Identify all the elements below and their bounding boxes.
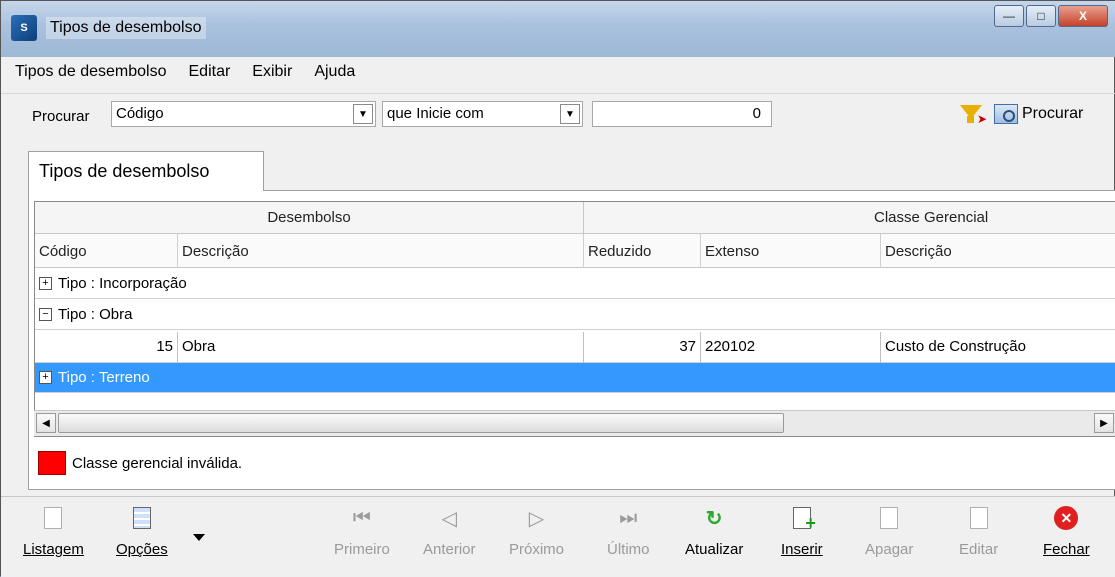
delete-document-icon — [880, 507, 899, 529]
column-header-codigo[interactable]: Código — [35, 234, 178, 268]
first-record-icon: ⏮ — [352, 506, 371, 529]
anterior-label: Anterior — [423, 541, 476, 558]
cell-codigo[interactable]: 15 — [65, 332, 178, 363]
scroll-thumb[interactable] — [58, 413, 784, 433]
apagar-button[interactable]: Apagar — [865, 505, 913, 558]
chevron-down-icon[interactable]: ▼ — [560, 104, 580, 124]
menu-editar[interactable]: Editar — [189, 63, 231, 81]
legend-text: Classe gerencial inválida. — [72, 454, 243, 472]
search-bar: Procurar Código ▼ que Inicie com ▼ 0 ➤ P… — [1, 93, 1115, 139]
opcoes-button[interactable]: Opções — [116, 505, 168, 558]
header-band-classe-gerencial: Classe Gerencial — [584, 202, 1115, 234]
minimize-button[interactable]: — — [994, 5, 1024, 27]
editar-label: Editar — [959, 541, 999, 558]
inserir-label: Inserir — [781, 541, 823, 558]
group-row[interactable]: − Tipo : Obra — [35, 300, 1115, 330]
horizontal-scrollbar[interactable]: ◀ ▶ — [34, 410, 1115, 436]
expand-icon[interactable]: + — [39, 277, 52, 290]
column-header-row: Código Descrição Reduzido Extenso Descri… — [35, 234, 1115, 268]
scroll-right-icon[interactable]: ▶ — [1094, 413, 1114, 433]
app-logo-icon[interactable]: S — [11, 15, 37, 41]
proximo-button[interactable]: ▷ Próximo — [509, 505, 565, 559]
window-title: Tipos de desembolso — [46, 17, 206, 39]
proximo-label: Próximo — [509, 541, 565, 558]
menu-exibir[interactable]: Exibir — [252, 63, 292, 81]
expand-icon[interactable]: + — [39, 371, 52, 384]
primeiro-label: Primeiro — [334, 541, 390, 558]
title-bar[interactable]: S Tipos de desembolso — □ X — [1, 1, 1115, 57]
add-document-icon — [792, 507, 816, 534]
scroll-left-icon[interactable]: ◀ — [36, 413, 56, 433]
listagem-label: Listagem — [23, 541, 84, 558]
main-window: S Tipos de desembolso — □ X Tipos de des… — [0, 0, 1115, 577]
fechar-label: Fechar — [1043, 541, 1090, 558]
search-label: Procurar — [32, 108, 90, 125]
filter-arrow-icon: ➤ — [977, 112, 988, 126]
filter-icon-stem — [967, 116, 974, 123]
table-row[interactable]: 15 Obra 37 220102 Custo de Construção — [35, 332, 1115, 363]
cell-descricao-classe[interactable]: Custo de Construção — [881, 332, 1115, 363]
atualizar-label: Atualizar — [685, 541, 744, 558]
search-button[interactable]: Procurar — [994, 104, 1083, 124]
menu-ajuda[interactable]: Ajuda — [314, 63, 355, 81]
search-operator-select[interactable]: que Inicie com ▼ — [382, 101, 583, 127]
close-icon: ✕ — [1054, 506, 1079, 530]
search-button-label: Procurar — [1022, 105, 1084, 122]
search-value-input[interactable]: 0 — [592, 101, 772, 127]
atualizar-button[interactable]: ↻ Atualizar — [685, 505, 744, 559]
opcoes-label: Opções — [116, 541, 168, 558]
column-header-descricao-classe[interactable]: Descrição — [881, 234, 1115, 268]
maximize-button[interactable]: □ — [1026, 5, 1056, 27]
search-field-select[interactable]: Código ▼ — [111, 101, 376, 127]
group-row-selected[interactable]: + Tipo : Terreno — [35, 363, 1115, 393]
edit-document-icon — [969, 507, 988, 529]
listagem-button[interactable]: Listagem — [23, 505, 84, 558]
close-window-button[interactable]: X — [1058, 5, 1108, 27]
cell-descricao[interactable]: Obra — [178, 332, 584, 363]
list-document-icon — [44, 507, 63, 529]
editar-button[interactable]: Editar — [959, 505, 998, 558]
refresh-icon: ↻ — [705, 507, 723, 530]
collapse-icon[interactable]: − — [39, 308, 52, 321]
next-record-icon: ▷ — [528, 507, 545, 530]
tab-tipos-de-desembolso[interactable]: Tipos de desembolso — [28, 151, 264, 191]
search-operator-value: que Inicie com — [387, 105, 484, 122]
column-header-reduzido[interactable]: Reduzido — [584, 234, 701, 268]
menu-bar: Tipos de desembolso Editar Exibir Ajuda — [15, 63, 377, 81]
ultimo-label: Último — [607, 541, 650, 558]
chevron-down-icon[interactable]: ▼ — [353, 104, 373, 124]
anterior-button[interactable]: ◁ Anterior — [423, 505, 476, 559]
legend-swatch — [38, 451, 66, 475]
fechar-button[interactable]: ✕ Fechar — [1043, 505, 1090, 558]
data-grid: Desembolso Classe Gerencial Código Descr… — [34, 201, 1115, 437]
group-label: Tipo : Terreno — [58, 369, 150, 386]
opcoes-dropdown-icon[interactable] — [193, 534, 205, 541]
legend: Classe gerencial inválida. — [38, 451, 242, 475]
apagar-label: Apagar — [865, 541, 914, 558]
group-label: Tipo : Incorporação — [58, 275, 187, 292]
primeiro-button[interactable]: ⏮ Primeiro — [334, 505, 390, 559]
previous-record-icon: ◁ — [441, 507, 457, 530]
search-icon — [994, 104, 1018, 124]
group-row[interactable]: + Tipo : Incorporação — [35, 269, 1115, 299]
group-label: Tipo : Obra — [58, 306, 133, 323]
cell-reduzido[interactable]: 37 — [584, 332, 701, 363]
column-header-extenso[interactable]: Extenso — [701, 234, 881, 268]
ultimo-button[interactable]: ⏭ Último — [607, 505, 650, 559]
options-icon — [132, 507, 151, 529]
search-field-value: Código — [116, 105, 164, 122]
inserir-button[interactable]: Inserir — [781, 505, 823, 558]
last-record-icon: ⏭ — [619, 506, 638, 529]
cell-extenso[interactable]: 220102 — [701, 332, 881, 363]
column-header-descricao[interactable]: Descrição — [178, 234, 584, 268]
bottom-toolbar: Listagem Opções ⏮ Primeiro ◁ Anterior ▷ … — [1, 496, 1115, 577]
header-band-desembolso: Desembolso — [35, 202, 584, 234]
menu-tipos-de-desembolso[interactable]: Tipos de desembolso — [15, 63, 167, 81]
